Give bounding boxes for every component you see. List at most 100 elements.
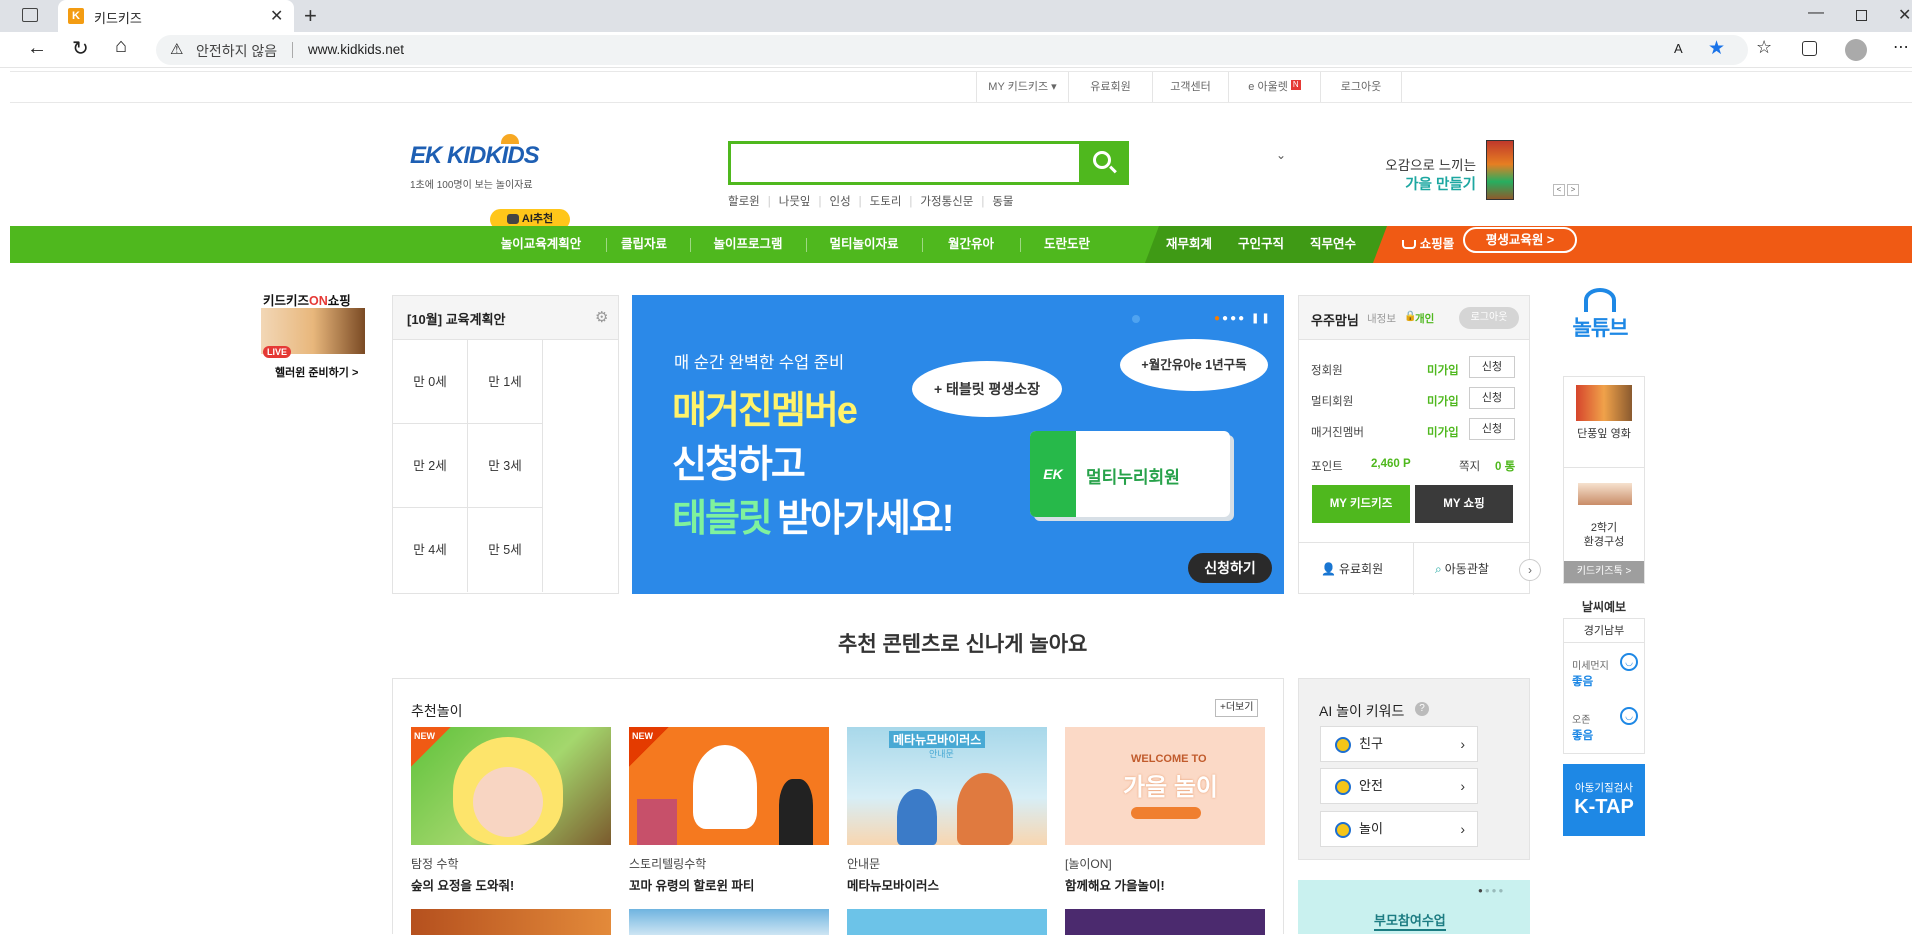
restore-icon[interactable] bbox=[1856, 10, 1867, 21]
card-category: 안내문 bbox=[847, 857, 881, 871]
new-tab-icon[interactable]: + bbox=[304, 3, 317, 29]
search-keyword[interactable]: 동물 bbox=[992, 196, 1013, 208]
browser-tab[interactable]: K 키드키즈 ✕ bbox=[58, 0, 294, 32]
more-menu-icon[interactable]: ⋯ bbox=[1893, 37, 1909, 57]
banner-dots[interactable]: ●●●● bbox=[1478, 886, 1505, 895]
my-kidkids-button[interactable]: MY 키드키즈 bbox=[1312, 485, 1410, 523]
favorite-star-icon[interactable]: ★ bbox=[1708, 37, 1725, 60]
hero-indicator[interactable]: ●●●● ❚❚ bbox=[1214, 313, 1272, 324]
more-button[interactable]: +더보기 bbox=[1215, 699, 1259, 717]
note-value[interactable]: 0 통 bbox=[1495, 458, 1515, 474]
observe-link[interactable]: ⌕ 아동관찰 bbox=[1435, 560, 1489, 577]
rail-more-button[interactable]: 키드키즈톡 > bbox=[1564, 561, 1644, 583]
close-tab-icon[interactable]: ✕ bbox=[270, 6, 283, 26]
ktap-banner[interactable]: 아동기질검사 K-TAP bbox=[1563, 764, 1645, 836]
site-logo[interactable]: EK KIDKIDS 1초에 100명이 보는 놀이자료 bbox=[410, 134, 570, 191]
keyword-item[interactable]: 놀이 › bbox=[1320, 811, 1478, 847]
security-label[interactable]: 안전하지 않음 bbox=[196, 41, 277, 61]
close-window-icon[interactable]: ✕ bbox=[1898, 5, 1911, 25]
apply-button[interactable]: 신청 bbox=[1469, 387, 1515, 409]
nav-program[interactable]: 놀이프로그램 bbox=[702, 226, 794, 263]
promo-prev-button[interactable]: < bbox=[1553, 184, 1565, 196]
age-5[interactable]: 만 5세 bbox=[468, 508, 543, 592]
noltube-logo[interactable]: 놀튜브 bbox=[1564, 288, 1636, 362]
card-thumbnail-row2[interactable] bbox=[629, 909, 829, 935]
left-shop-banner[interactable]: 키드키즈ON쇼핑 LIVE 헬러윈 준비하기 > bbox=[261, 290, 365, 380]
card-thumbnail-row2[interactable] bbox=[847, 909, 1047, 935]
age-3[interactable]: 만 3세 bbox=[468, 424, 543, 508]
nav-edu-plan[interactable]: 놀이교육계획안 bbox=[480, 226, 602, 263]
rail-item-label[interactable]: 환경구성 bbox=[1574, 533, 1634, 549]
header-promo[interactable]: 오감으로 느끼는 가을 만들기 bbox=[1380, 140, 1580, 206]
back-icon[interactable]: ← bbox=[27, 37, 47, 60]
nav-edu-center-button[interactable]: 평생교육원 > bbox=[1463, 227, 1577, 253]
util-customer-center[interactable]: 고객센터 bbox=[1152, 72, 1228, 102]
keyword-item[interactable]: 안전 › bbox=[1320, 768, 1478, 804]
apply-button[interactable]: 신청 bbox=[1469, 356, 1515, 378]
card-title: 숲의 요정을 도와줘! bbox=[411, 879, 515, 893]
nav-clip[interactable]: 클립자료 bbox=[610, 226, 678, 263]
promo-thumbnail bbox=[1486, 140, 1514, 200]
search-button[interactable] bbox=[1079, 141, 1129, 185]
favorites-icon[interactable]: ☆ bbox=[1756, 37, 1772, 58]
logout-button[interactable]: 로그아웃 bbox=[1459, 307, 1519, 329]
help-icon[interactable]: ? bbox=[1415, 702, 1429, 716]
card-thumbnail-row2[interactable] bbox=[1065, 909, 1265, 935]
collections-icon[interactable] bbox=[1802, 41, 1817, 56]
minimize-icon[interactable]: — bbox=[1808, 4, 1824, 22]
nav-shop[interactable]: 쇼핑몰 bbox=[1390, 226, 1466, 263]
rail-item-thumb[interactable] bbox=[1578, 483, 1632, 505]
weather-region[interactable]: 경기남부 bbox=[1564, 619, 1644, 643]
url-text[interactable]: www.kidkids.net bbox=[308, 42, 404, 57]
util-paid-member[interactable]: 유료회원 bbox=[1068, 72, 1152, 102]
search-keyword[interactable]: 도토리 bbox=[870, 196, 902, 208]
promo-next-button[interactable]: > bbox=[1567, 184, 1579, 196]
hero-cta-button[interactable]: 신청하기 bbox=[1188, 553, 1272, 583]
card-thumbnail-row2[interactable] bbox=[411, 909, 611, 935]
rail-item-thumb[interactable] bbox=[1576, 385, 1632, 421]
rail-item-label[interactable]: 단풍잎 영화 bbox=[1574, 427, 1634, 441]
point-label: 포인트 bbox=[1311, 461, 1343, 473]
content-card[interactable]: NEW 탐정 수학 숲의 요정을 도와줘! bbox=[411, 727, 611, 897]
my-shopping-button[interactable]: MY 쇼핑 bbox=[1415, 485, 1513, 523]
content-card[interactable]: WELCOME TO 가을 놀이 [놀이ON] 함께해요 가을놀이! bbox=[1065, 727, 1265, 897]
util-my-kidkids[interactable]: MY 키드키즈 ▾ bbox=[976, 72, 1068, 102]
hero-banner[interactable]: ●●●● ❚❚ 매 순간 완벽한 수업 준비 매거진멤버e 신청하고 태블릿 받… bbox=[632, 295, 1284, 594]
age-1[interactable]: 만 1세 bbox=[468, 340, 543, 424]
keyword-item[interactable]: 친구 › bbox=[1320, 726, 1478, 762]
home-icon[interactable]: ⌂ bbox=[115, 35, 127, 58]
search-keyword[interactable]: 인성 bbox=[830, 196, 851, 208]
search-input[interactable] bbox=[731, 144, 1076, 182]
nav-monthly[interactable]: 월간유아 bbox=[934, 226, 1008, 263]
paid-member-link[interactable]: 👤 유료회원 bbox=[1321, 560, 1383, 577]
content-card[interactable]: 메타뉴모바이러스 안내문 안내문 메타뉴모바이러스 bbox=[847, 727, 1047, 897]
search-keyword[interactable]: 가정통신문 bbox=[920, 196, 973, 208]
nav-accounting[interactable]: 재무회계 bbox=[1156, 226, 1222, 263]
nav-training[interactable]: 직무연수 bbox=[1300, 226, 1366, 263]
age-4[interactable]: 만 4세 bbox=[393, 508, 468, 592]
nav-multi[interactable]: 멀티놀이자료 bbox=[818, 226, 910, 263]
chevron-down-icon[interactable]: ⌄ bbox=[1276, 148, 1286, 162]
refresh-icon[interactable]: ↻ bbox=[72, 36, 89, 61]
parent-class-banner[interactable]: ●●●● 부모참여수업 bbox=[1298, 880, 1530, 934]
profile-avatar-icon[interactable] bbox=[1845, 39, 1867, 61]
settings-gear-icon[interactable]: ⚙ bbox=[595, 308, 608, 326]
age-2[interactable]: 만 2세 bbox=[393, 424, 468, 508]
apply-button[interactable]: 신청 bbox=[1469, 418, 1515, 440]
util-logout[interactable]: 로그아웃 bbox=[1320, 72, 1402, 102]
search-keyword[interactable]: 할로윈 bbox=[728, 196, 760, 208]
nav-doran[interactable]: 도란도란 bbox=[1030, 226, 1104, 263]
point-value[interactable]: 2,460 P bbox=[1371, 458, 1411, 470]
age-0[interactable]: 만 0세 bbox=[393, 340, 468, 424]
url-bar[interactable]: ⚠ 안전하지 않음 www.kidkids.net A ★ bbox=[156, 35, 1748, 65]
content-card[interactable]: NEW 스토리텔링수학 꼬마 유령의 할로윈 파티 bbox=[629, 727, 829, 897]
edu-plan-title[interactable]: [10월] 교육계획안 bbox=[407, 309, 506, 328]
search-keyword[interactable]: 나뭇잎 bbox=[779, 196, 811, 208]
member-next-icon[interactable]: › bbox=[1519, 559, 1541, 581]
section-title: 추천 콘텐츠로 신나게 놀아요 bbox=[838, 633, 1088, 656]
nav-jobs[interactable]: 구인구직 bbox=[1228, 226, 1294, 263]
tab-actions-icon[interactable] bbox=[22, 8, 38, 22]
member-info-link[interactable]: 내정보 bbox=[1367, 311, 1396, 326]
read-aloud-icon[interactable]: A bbox=[1674, 41, 1683, 56]
util-e-outlet[interactable]: e 아울렛 N bbox=[1228, 72, 1320, 102]
